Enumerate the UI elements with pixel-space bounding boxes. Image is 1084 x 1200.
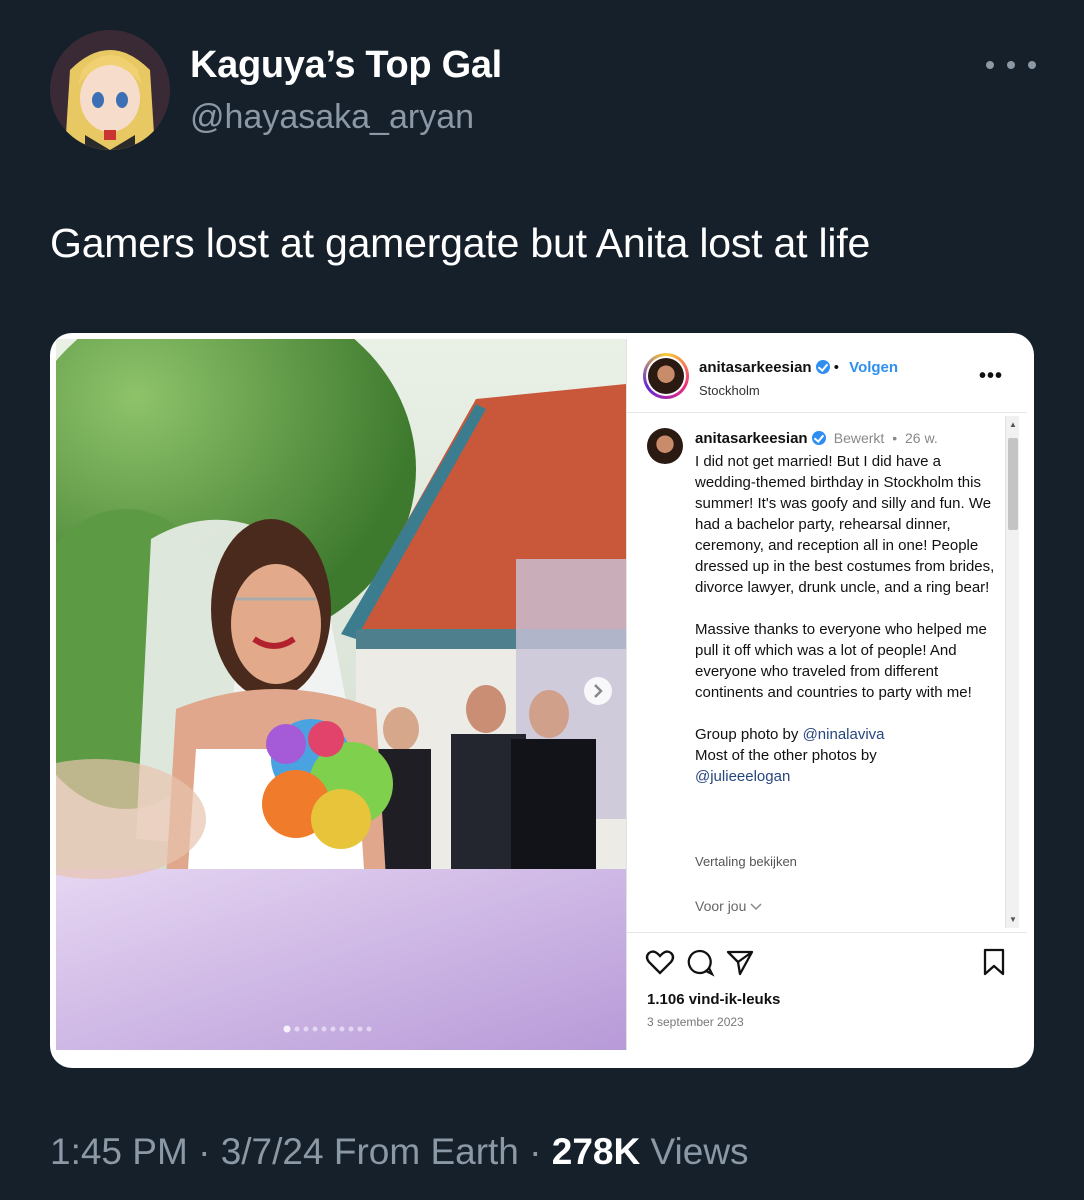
verified-icon bbox=[815, 360, 830, 374]
tweet-time[interactable]: 1:45 PM bbox=[50, 1131, 188, 1172]
verified-icon bbox=[811, 431, 826, 445]
for-you-label: Voor jou bbox=[695, 898, 747, 914]
edited-label: Bewerkt bbox=[833, 430, 885, 446]
ig-post-header: anitasarkeesian • Volgen Stockholm ••• bbox=[627, 339, 1027, 413]
likes-count[interactable]: 1.106 vind-ik-leuks bbox=[647, 991, 780, 1008]
ig-username[interactable]: anitasarkeesian bbox=[699, 359, 812, 376]
wedding-photo bbox=[56, 339, 626, 1050]
ig-more-icon[interactable]: ••• bbox=[979, 365, 1003, 388]
post-age: 26 w. bbox=[905, 430, 938, 446]
scroll-up-icon[interactable]: ▲ bbox=[1009, 420, 1017, 429]
caption-text: I did not get married! But I did have a … bbox=[695, 451, 995, 787]
bookmark-icon[interactable] bbox=[979, 947, 1009, 977]
scroll-thumb[interactable] bbox=[1008, 438, 1018, 530]
caption-scrollbar[interactable]: ▲ ▼ bbox=[1005, 416, 1019, 928]
photo-credit-prefix: Group photo by bbox=[695, 726, 799, 743]
next-arrow-icon[interactable] bbox=[584, 677, 612, 705]
comment-icon[interactable] bbox=[685, 947, 715, 977]
display-name[interactable]: Kaguya’s Top Gal bbox=[190, 44, 502, 87]
profile-avatar[interactable] bbox=[50, 30, 170, 150]
caption-username[interactable]: anitasarkeesian bbox=[695, 430, 808, 447]
share-icon[interactable] bbox=[725, 947, 755, 977]
tweet-media-card[interactable]: anitasarkeesian • Volgen Stockholm ••• a… bbox=[50, 333, 1034, 1068]
ig-caption-area: anitasarkeesian Bewerkt • 26 w. I did no… bbox=[627, 414, 1027, 932]
caption-paragraph-2: Massive thanks to everyone who helped me… bbox=[695, 621, 987, 701]
follow-button[interactable]: Volgen bbox=[849, 359, 898, 376]
caption-avatar[interactable] bbox=[647, 428, 683, 464]
views-count[interactable]: 278K bbox=[552, 1131, 640, 1172]
ig-action-bar: 1.106 vind-ik-leuks 3 september 2023 bbox=[627, 932, 1027, 1050]
views-label: Views bbox=[650, 1131, 749, 1172]
mention-link[interactable]: @julieeelogan bbox=[695, 768, 790, 785]
user-handle[interactable]: @hayasaka_aryan bbox=[190, 98, 474, 137]
translate-link[interactable]: Vertaling bekijken bbox=[695, 854, 797, 869]
tweet-text: Gamers lost at gamergate but Anita lost … bbox=[50, 220, 871, 266]
caption-paragraph-1: I did not get married! But I did have a … bbox=[695, 453, 995, 596]
ig-location[interactable]: Stockholm bbox=[699, 383, 760, 398]
ig-avatar[interactable] bbox=[643, 353, 689, 399]
chevron-down-icon bbox=[750, 903, 762, 911]
tweet-date[interactable]: 3/7/24 bbox=[221, 1131, 324, 1172]
tweet-meta: 1:45 PM · 3/7/24 From Earth · 278K Views bbox=[50, 1131, 749, 1172]
other-photos-prefix: Most of the other photos by bbox=[695, 747, 877, 764]
more-options-icon[interactable] bbox=[986, 50, 1036, 80]
scroll-down-icon[interactable]: ▼ bbox=[1009, 915, 1017, 924]
mention-link[interactable]: @ninalaviva bbox=[803, 726, 885, 743]
instagram-post-panel: anitasarkeesian • Volgen Stockholm ••• a… bbox=[626, 339, 1027, 1050]
tweet-source: From Earth bbox=[333, 1131, 519, 1172]
heart-icon[interactable] bbox=[645, 947, 675, 977]
for-you-dropdown[interactable]: Voor jou bbox=[695, 898, 762, 914]
post-date: 3 september 2023 bbox=[647, 1015, 744, 1029]
